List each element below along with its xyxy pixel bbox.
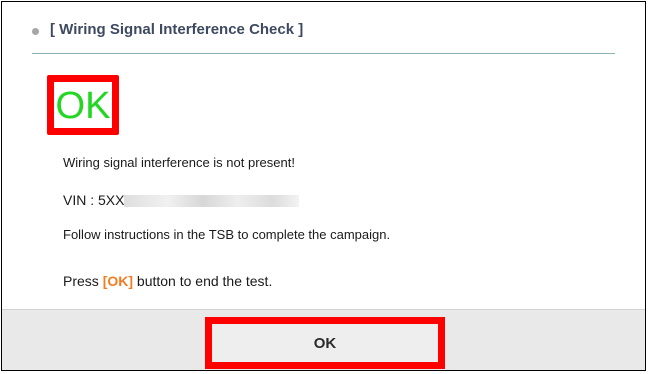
vin-label: VIN : 5XX xyxy=(63,192,125,208)
result-highlight-box: OK xyxy=(47,75,119,135)
press-prefix: Press xyxy=(63,273,103,289)
status-message: Wiring signal interference is not presen… xyxy=(63,155,295,170)
ok-button[interactable]: OK xyxy=(205,317,445,369)
bullet-icon xyxy=(32,28,39,35)
dialog-title: [ Wiring Signal Interference Check ] xyxy=(50,21,304,38)
dialog-header: [ Wiring Signal Interference Check ] xyxy=(32,19,615,54)
press-ok-instruction: Press [OK] button to end the test. xyxy=(63,273,272,289)
press-suffix: button to end the test. xyxy=(133,273,273,289)
dialog-frame: [ Wiring Signal Interference Check ] Wir… xyxy=(1,1,646,371)
vin-line: VIN : 5XX xyxy=(63,192,300,208)
vin-redacted-mask xyxy=(124,195,300,208)
ok-inline-label: [OK] xyxy=(102,273,134,289)
result-status: OK xyxy=(55,85,111,127)
instruction-message: Follow instructions in the TSB to comple… xyxy=(63,227,391,242)
